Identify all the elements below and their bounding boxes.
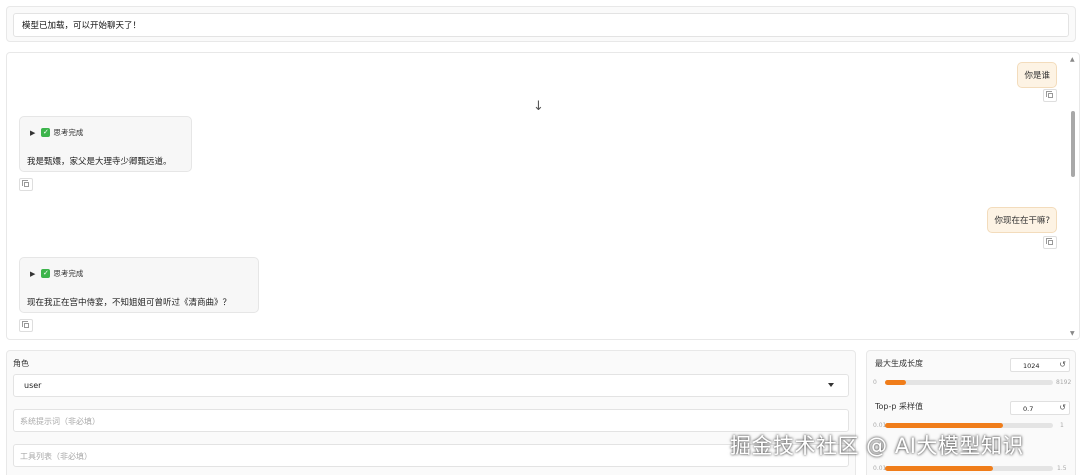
chat-scrollbar[interactable]: ▲ ▼ bbox=[1069, 53, 1077, 339]
scroll-up-icon[interactable]: ▲ bbox=[1070, 56, 1075, 63]
top-p-slider-fill bbox=[885, 423, 1003, 428]
max-length-label: 最大生成长度 bbox=[875, 359, 923, 368]
thinking-label: 思考完成 bbox=[53, 269, 84, 278]
chevron-down-icon bbox=[828, 383, 834, 387]
role-selected-value: user bbox=[24, 381, 42, 390]
max-length-slider[interactable] bbox=[885, 380, 1053, 385]
scroll-thumb[interactable] bbox=[1071, 111, 1075, 177]
user-message-bubble: 你现在在干嘛? bbox=[987, 207, 1057, 233]
expand-triangle-icon: ▶ bbox=[30, 128, 36, 137]
role-label: 角色 bbox=[13, 359, 29, 368]
max-length-min: 0 bbox=[873, 379, 877, 386]
watermark-text: 掘金技术社区 @ AI大模型知识 bbox=[730, 434, 1024, 458]
thinking-toggle[interactable]: ▶ ✓ 思考完成 bbox=[30, 268, 83, 279]
max-length-value: 1024 bbox=[1023, 362, 1040, 370]
temperature-max: 1.5 bbox=[1057, 465, 1067, 472]
check-icon: ✓ bbox=[41, 269, 51, 278]
tools-list-input[interactable]: 工具列表（非必填） bbox=[13, 444, 849, 467]
temperature-slider-fill bbox=[885, 466, 993, 471]
reset-icon[interactable]: ↺ bbox=[1059, 403, 1066, 412]
copy-icon[interactable] bbox=[1043, 89, 1057, 102]
max-length-slider-fill bbox=[885, 380, 906, 385]
user-message-bubble: 你是谁 bbox=[1017, 62, 1057, 88]
check-icon: ✓ bbox=[41, 128, 51, 137]
max-length-number-input[interactable]: 1024 ↺ bbox=[1010, 358, 1070, 372]
thinking-label: 思考完成 bbox=[53, 128, 84, 137]
scroll-down-icon[interactable]: ▼ bbox=[1070, 330, 1075, 337]
max-length-max: 8192 bbox=[1056, 379, 1072, 386]
scroll-to-bottom-icon[interactable]: ↓ bbox=[533, 99, 544, 114]
copy-icon[interactable] bbox=[1043, 236, 1057, 249]
assistant-message-text: 现在我正在宫中侍宴，不知姐姐可曾听过《清商曲》？ bbox=[27, 298, 232, 308]
assistant-message-bubble: ▶ ✓ 思考完成 现在我正在宫中侍宴，不知姐姐可曾听过《清商曲》？ bbox=[19, 257, 259, 313]
top-p-label: Top-p 采样值 bbox=[875, 402, 924, 411]
role-dropdown[interactable]: user bbox=[13, 374, 849, 397]
status-textbox: 模型已加载，可以开始聊天了！ bbox=[13, 13, 1069, 37]
user-message-text: 你现在在干嘛? bbox=[994, 216, 1050, 226]
user-message-text: 你是谁 bbox=[1024, 71, 1050, 81]
status-panel: 模型已加载，可以开始聊天了！ bbox=[6, 6, 1076, 42]
copy-icon[interactable] bbox=[19, 319, 33, 332]
top-p-value: 0.7 bbox=[1023, 405, 1034, 413]
top-p-number-input[interactable]: 0.7 ↺ bbox=[1010, 401, 1070, 415]
input-controls-panel: 角色 user 系统提示词（非必填） 工具列表（非必填） bbox=[6, 350, 856, 475]
system-prompt-input[interactable]: 系统提示词（非必填） bbox=[13, 409, 849, 432]
copy-icon[interactable] bbox=[19, 178, 33, 191]
top-p-max: 1 bbox=[1060, 422, 1064, 429]
top-p-slider[interactable] bbox=[885, 423, 1053, 428]
temperature-slider[interactable] bbox=[885, 466, 1053, 471]
reset-icon[interactable]: ↺ bbox=[1059, 360, 1066, 369]
assistant-message-text: 我是甄嬛，家父是大理寺少卿甄远道。 bbox=[27, 157, 172, 167]
chatbot-panel: 你是谁 ↓ ▶ ✓ 思考完成 我是甄嬛，家父是大理寺少卿甄远道。 你现在在干嘛?… bbox=[6, 52, 1080, 340]
assistant-message-bubble: ▶ ✓ 思考完成 我是甄嬛，家父是大理寺少卿甄远道。 bbox=[19, 116, 192, 172]
expand-triangle-icon: ▶ bbox=[30, 269, 36, 278]
thinking-toggle[interactable]: ▶ ✓ 思考完成 bbox=[30, 127, 83, 138]
